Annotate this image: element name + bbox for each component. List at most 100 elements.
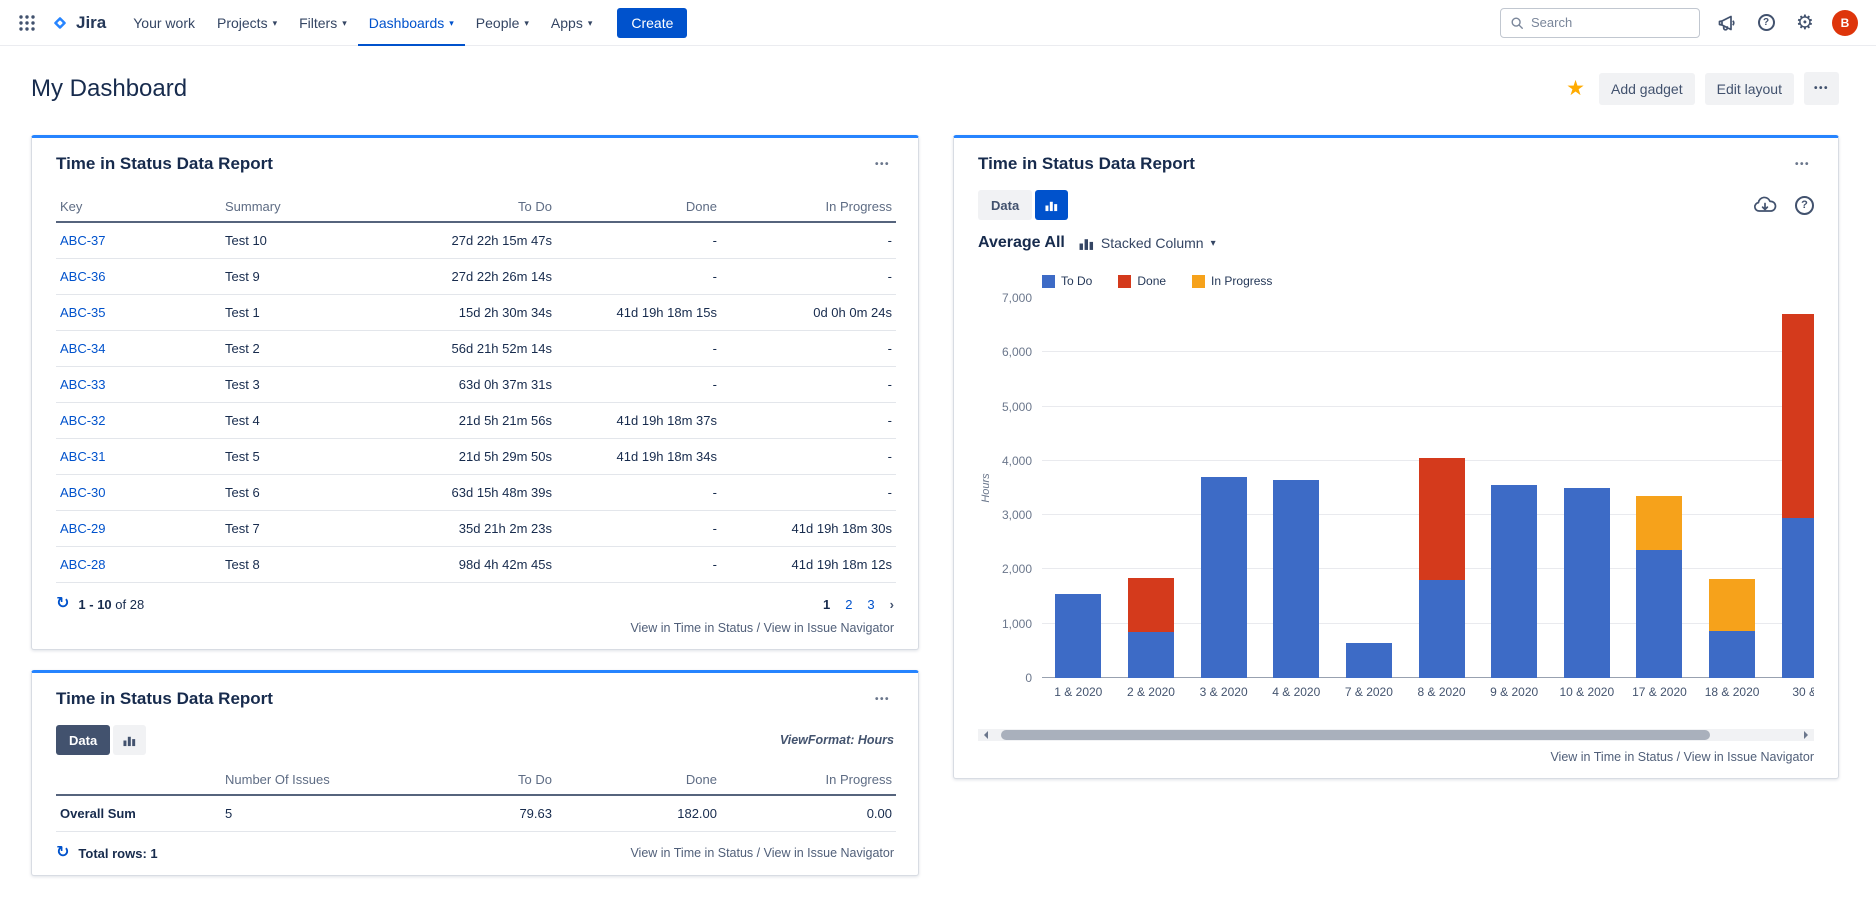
- issue-key-link[interactable]: ABC-37: [60, 233, 106, 248]
- refresh-icon[interactable]: ↻: [56, 845, 69, 861]
- legend-item-done[interactable]: Done: [1118, 274, 1166, 288]
- chart-view-toggle[interactable]: [1035, 190, 1068, 220]
- export-cloud-icon[interactable]: [1753, 195, 1777, 215]
- bar-chart-icon: [123, 734, 136, 747]
- create-button[interactable]: Create: [617, 8, 687, 38]
- search-box[interactable]: [1500, 8, 1700, 38]
- bar-group: [1333, 298, 1406, 678]
- y-axis-tick-label: 4,000: [1002, 454, 1032, 468]
- refresh-icon[interactable]: ↻: [56, 596, 69, 612]
- issue-key-link[interactable]: ABC-36: [60, 269, 106, 284]
- gadget-title: Time in Status Data Report: [56, 689, 273, 709]
- app-switcher-icon[interactable]: [12, 8, 42, 38]
- chart-type-dropdown[interactable]: Stacked Column ▾: [1079, 235, 1216, 251]
- pagination-pages: 123 ›: [823, 597, 894, 612]
- announcements-icon[interactable]: [1715, 10, 1739, 36]
- footer-link[interactable]: View in Issue Navigator: [764, 621, 894, 635]
- issue-key-link[interactable]: ABC-28: [60, 557, 106, 572]
- issue-key-cell: ABC-37: [56, 222, 221, 259]
- nav-item-projects[interactable]: Projects▾: [206, 0, 288, 46]
- favorite-star-icon[interactable]: ★: [1566, 78, 1585, 99]
- jira-logo[interactable]: Jira: [50, 13, 106, 33]
- settings-gear-icon[interactable]: ⚙: [1793, 10, 1817, 36]
- bar-segment-in-progress[interactable]: [1636, 496, 1682, 550]
- data-view-toggle[interactable]: Data: [56, 725, 110, 755]
- bar-segment-to-do[interactable]: [1564, 488, 1610, 678]
- data-view-toggle[interactable]: Data: [978, 190, 1032, 220]
- bar-segment-to-do[interactable]: [1419, 580, 1465, 678]
- chart-view-toggle[interactable]: [113, 725, 146, 755]
- column-header-in-progress: In Progress: [721, 765, 896, 795]
- legend-item-in-progress[interactable]: In Progress: [1192, 274, 1272, 288]
- issue-key-cell: ABC-34: [56, 331, 221, 367]
- duration-in-progress: 41d 19h 18m 30s: [721, 511, 896, 547]
- bar-segment-to-do[interactable]: [1273, 480, 1319, 678]
- duration-done: -: [556, 259, 721, 295]
- nav-item-your-work[interactable]: Your work: [122, 0, 206, 46]
- issue-key-link[interactable]: ABC-29: [60, 521, 106, 536]
- page-button-3[interactable]: 3: [867, 597, 874, 612]
- issue-key-link[interactable]: ABC-35: [60, 305, 106, 320]
- bar-group: [1768, 298, 1814, 678]
- page-button-1[interactable]: 1: [823, 597, 830, 612]
- nav-item-filters[interactable]: Filters▾: [288, 0, 358, 46]
- issue-key-link[interactable]: ABC-32: [60, 413, 106, 428]
- bar-segment-to-do[interactable]: [1201, 477, 1247, 678]
- bar-stack: [1346, 298, 1392, 678]
- nav-item-people[interactable]: People▾: [465, 0, 540, 46]
- legend-swatch: [1118, 275, 1131, 288]
- nav-item-dashboards[interactable]: Dashboards▾: [358, 0, 465, 46]
- issue-key-link[interactable]: ABC-30: [60, 485, 106, 500]
- footer-link[interactable]: View in Time in Status: [630, 621, 753, 635]
- footer-link[interactable]: View in Time in Status: [1550, 750, 1673, 764]
- page-button-2[interactable]: 2: [845, 597, 852, 612]
- view-format-label: ViewFormat: Hours: [780, 733, 894, 747]
- bar-segment-to-do[interactable]: [1128, 632, 1174, 678]
- issue-key-link[interactable]: ABC-34: [60, 341, 106, 356]
- x-axis-label: 30 &: [1768, 685, 1814, 699]
- dashboard-more-button[interactable]: •••: [1804, 72, 1839, 105]
- bar-segment-to-do[interactable]: [1636, 550, 1682, 678]
- bar-segment-to-do[interactable]: [1709, 631, 1755, 679]
- bar-segment-done[interactable]: [1782, 314, 1814, 518]
- bar-segment-to-do[interactable]: [1491, 485, 1537, 678]
- gadget-more-icon[interactable]: •••: [871, 155, 894, 174]
- chart-horizontal-scrollbar: [978, 729, 1814, 741]
- next-page-button[interactable]: ›: [890, 597, 894, 612]
- footer-link[interactable]: View in Time in Status: [630, 846, 753, 860]
- duration-to-do: 27d 22h 26m 14s: [396, 259, 556, 295]
- footer-link[interactable]: View in Issue Navigator: [1684, 750, 1814, 764]
- scrollbar-track[interactable]: [993, 729, 1799, 741]
- scroll-right-button[interactable]: [1799, 729, 1814, 741]
- gadget-more-icon[interactable]: •••: [871, 690, 894, 709]
- bar-segment-to-do[interactable]: [1346, 643, 1392, 678]
- bar-segment-to-do[interactable]: [1782, 518, 1814, 678]
- duration-in-progress: -: [721, 439, 896, 475]
- duration-in-progress: -: [721, 403, 896, 439]
- legend-item-to-do[interactable]: To Do: [1042, 274, 1092, 288]
- scroll-left-button[interactable]: [978, 729, 993, 741]
- help-icon[interactable]: ?: [1754, 10, 1778, 36]
- duration-to-do: 35d 21h 2m 23s: [396, 511, 556, 547]
- bar-segment-in-progress[interactable]: [1709, 579, 1755, 631]
- bar-segment-done[interactable]: [1128, 578, 1174, 632]
- scrollbar-thumb[interactable]: [1001, 730, 1710, 740]
- search-input[interactable]: [1531, 15, 1690, 30]
- edit-layout-button[interactable]: Edit layout: [1705, 73, 1794, 105]
- bar-segment-to-do[interactable]: [1055, 594, 1101, 678]
- nav-item-label: Apps: [551, 15, 583, 31]
- footer-link[interactable]: View in Issue Navigator: [764, 846, 894, 860]
- nav-item-label: Dashboards: [369, 15, 445, 31]
- issue-key-link[interactable]: ABC-31: [60, 449, 106, 464]
- page-title: My Dashboard: [31, 73, 187, 105]
- gadget-time-in-status-chart: Time in Status Data Report ••• Data ?: [953, 135, 1839, 779]
- bar-segment-done[interactable]: [1419, 458, 1465, 580]
- nav-item-apps[interactable]: Apps▾: [540, 0, 603, 46]
- link-separator: /: [753, 846, 763, 860]
- y-axis-tick-label: 2,000: [1002, 562, 1032, 576]
- issue-key-link[interactable]: ABC-33: [60, 377, 106, 392]
- user-avatar[interactable]: B: [1832, 10, 1858, 36]
- chart-help-icon[interactable]: ?: [1795, 196, 1814, 215]
- gadget-more-icon[interactable]: •••: [1791, 155, 1814, 174]
- add-gadget-button[interactable]: Add gadget: [1599, 73, 1695, 105]
